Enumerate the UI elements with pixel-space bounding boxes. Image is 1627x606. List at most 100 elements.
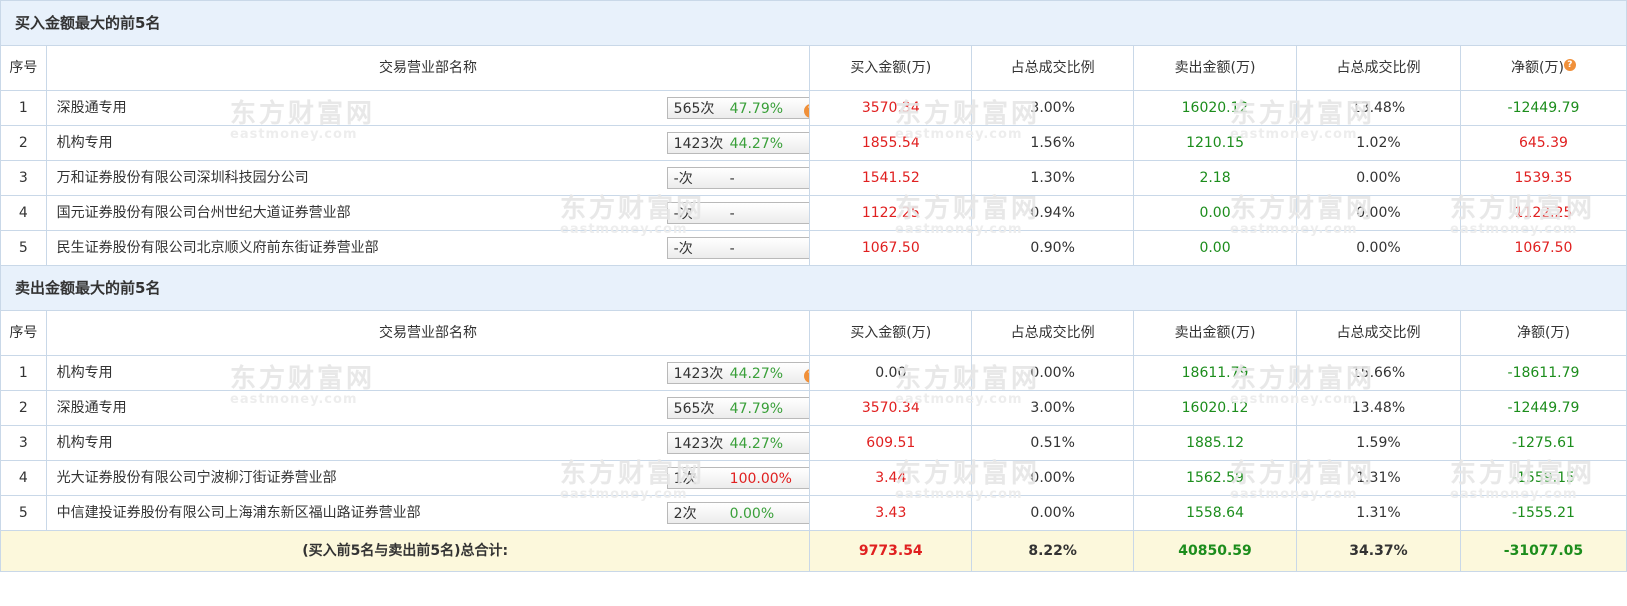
seat-name[interactable]: 中信建投证券股份有限公司上海浦东新区福山路证券营业部: [57, 497, 421, 530]
col-name: 交易营业部名称: [45, 45, 811, 91]
seat-stats-box[interactable]: 2次 0.00%: [666, 502, 809, 524]
col-buy-pct: 占总成交比例: [971, 310, 1135, 356]
seat-name[interactable]: 民生证券股份有限公司北京顺义府前东街证券营业部: [57, 232, 379, 265]
total-buy: 9773.54: [809, 530, 973, 572]
seat-win-rate: 47.79%: [729, 401, 784, 417]
total-label: (买入前5名与卖出前5名)总合计:: [0, 530, 811, 572]
row-index: 4: [0, 195, 47, 231]
seat-count: 565次: [673, 401, 715, 417]
buy-ratio: 0.00%: [971, 355, 1135, 391]
seat-stats-box[interactable]: 1423次 44.27%: [666, 432, 809, 454]
seat-name[interactable]: 万和证券股份有限公司深圳科技园分公司: [57, 162, 309, 195]
seat-cell: 国元证券股份有限公司台州世纪大道证券营业部 -次 -: [45, 195, 811, 231]
col-sell: 卖出金额(万): [1133, 310, 1297, 356]
col-net: 净额(万): [1459, 310, 1627, 356]
sell-ratio: 1.31%: [1295, 495, 1461, 531]
sell-ratio: 1.02%: [1295, 125, 1461, 161]
table-row: 1机构专用1423次44.27%?0.000.00%18611.7915.66%…: [0, 355, 1627, 391]
net-amount: 1122.25: [1459, 195, 1627, 231]
buy-amount: 3.43: [809, 495, 973, 531]
seat-name[interactable]: 深股通专用: [57, 92, 127, 125]
net-amount: -12449.79: [1459, 90, 1627, 126]
row-index: 4: [0, 460, 47, 496]
sell-ratio: 1.59%: [1295, 425, 1461, 461]
buy-amount: 0.00: [809, 355, 973, 391]
seat-win-rate: 0.00%: [729, 506, 775, 522]
seat-stats-box[interactable]: 1423次44.27%?: [666, 362, 809, 384]
buy-amount: 1855.54: [809, 125, 973, 161]
table-row: 5 中信建投证券股份有限公司上海浦东新区福山路证券营业部 2次 0.00% 3.43 0.…: [0, 495, 1627, 531]
sell-ratio: 1.31%: [1295, 460, 1461, 496]
seat-count: 2次: [673, 506, 697, 522]
sell-ratio: 0.00%: [1295, 195, 1461, 231]
seat-name[interactable]: 国元证券股份有限公司台州世纪大道证券营业部: [57, 197, 351, 230]
col-net-label: 净额(万): [1510, 60, 1564, 76]
seat-stats-box[interactable]: -次 -: [666, 237, 809, 259]
seat-cell: 民生证券股份有限公司北京顺义府前东街证券营业部 -次 -: [45, 230, 811, 266]
seat-count: 1423次: [673, 436, 724, 452]
col-idx: 序号: [0, 310, 47, 356]
col-buy-pct: 占总成交比例: [971, 45, 1135, 91]
net-amount: -1559.15: [1459, 460, 1627, 496]
seat-stats-box[interactable]: -次 -: [666, 202, 809, 224]
table-row: 1深股通专用565次47.79%?3570.343.00%16020.1213.…: [0, 90, 1627, 126]
buy-ratio: 3.00%: [971, 90, 1135, 126]
table-row: 2 深股通专用 565次 47.79% 3570.34 3.00% 16020.12 13.4…: [0, 390, 1627, 426]
sell-amount: 0.00: [1133, 230, 1297, 266]
net-amount: 645.39: [1459, 125, 1627, 161]
table-row: 3 机构专用 1423次 44.27% 609.51 0.51% 1885.12 1.59% -…: [0, 425, 1627, 461]
seat-stats-box[interactable]: -次 -: [666, 167, 809, 189]
seat-win-rate: 47.79%: [729, 101, 784, 117]
row-index: 3: [0, 425, 47, 461]
col-idx: 序号: [0, 45, 47, 91]
seat-count: 1423次: [673, 136, 724, 152]
table-row: 4 光大证券股份有限公司宁波柳汀街证券营业部 1次 100.00% 3.44 0.00% 1…: [0, 460, 1627, 496]
seat-win-rate: -: [729, 171, 735, 187]
seat-count: 565次: [673, 101, 715, 117]
col-net: 净额(万)?: [1459, 45, 1627, 91]
sell-amount: 16020.12: [1133, 90, 1297, 126]
seat-name[interactable]: 机构专用: [57, 427, 113, 460]
col-name: 交易营业部名称: [45, 310, 811, 356]
sell-ratio: 0.00%: [1295, 160, 1461, 196]
buy-ratio: 1.30%: [971, 160, 1135, 196]
help-icon[interactable]: ?: [1563, 59, 1576, 71]
sell-amount: 16020.12: [1133, 390, 1297, 426]
total-row: (买入前5名与卖出前5名)总合计: 9773.54 8.22% 40850.59 34.…: [0, 530, 1627, 572]
seat-stats-box[interactable]: 1423次 44.27%: [666, 132, 809, 154]
table-row: 4 国元证券股份有限公司台州世纪大道证券营业部 -次 - 1122.25 0.94% 0.0…: [0, 195, 1627, 231]
seat-win-rate: 44.27%: [729, 436, 784, 452]
seat-stats-box[interactable]: 1次 100.00%: [666, 467, 809, 489]
seat-name[interactable]: 机构专用: [57, 357, 113, 390]
net-amount: -1555.21: [1459, 495, 1627, 531]
total-net: -31077.05: [1459, 530, 1627, 572]
row-index: 5: [0, 495, 47, 531]
buy-amount: 3.44: [809, 460, 973, 496]
lhb-page: 买入金额最大的前5名 序号 交易营业部名称 买入金额(万) 占总成交比例 卖出金…: [0, 0, 1627, 606]
buy-amount: 3570.34: [809, 90, 973, 126]
seat-count: 1423次: [673, 366, 724, 382]
seat-cell: 深股通专用 565次 47.79%: [45, 390, 811, 426]
seat-cell: 深股通专用565次47.79%?: [45, 90, 811, 126]
seat-stats-box[interactable]: 565次 47.79%: [666, 397, 809, 419]
sell-ratio: 15.66%: [1295, 355, 1461, 391]
net-amount: 1067.50: [1459, 230, 1627, 266]
seat-cell: 机构专用 1423次 44.27%: [45, 125, 811, 161]
row-index: 1: [0, 355, 47, 391]
net-amount: -12449.79: [1459, 390, 1627, 426]
seat-name[interactable]: 机构专用: [57, 127, 113, 160]
row-index: 3: [0, 160, 47, 196]
col-buy: 买入金额(万): [809, 310, 973, 356]
seat-stats-box[interactable]: 565次47.79%?: [666, 97, 809, 119]
buy-ratio: 0.94%: [971, 195, 1135, 231]
total-sell-ratio: 34.37%: [1295, 530, 1461, 572]
col-sell-pct: 占总成交比例: [1295, 45, 1461, 91]
seat-win-rate: -: [729, 206, 735, 222]
sell-section-header: 卖出金额最大的前5名: [0, 265, 1627, 311]
seat-name[interactable]: 光大证券股份有限公司宁波柳汀街证券营业部: [57, 462, 337, 495]
buy-amount: 3570.34: [809, 390, 973, 426]
seat-win-rate: 100.00%: [729, 471, 792, 487]
buy-amount: 1067.50: [809, 230, 973, 266]
seat-name[interactable]: 深股通专用: [57, 392, 127, 425]
buy-amount: 1541.52: [809, 160, 973, 196]
